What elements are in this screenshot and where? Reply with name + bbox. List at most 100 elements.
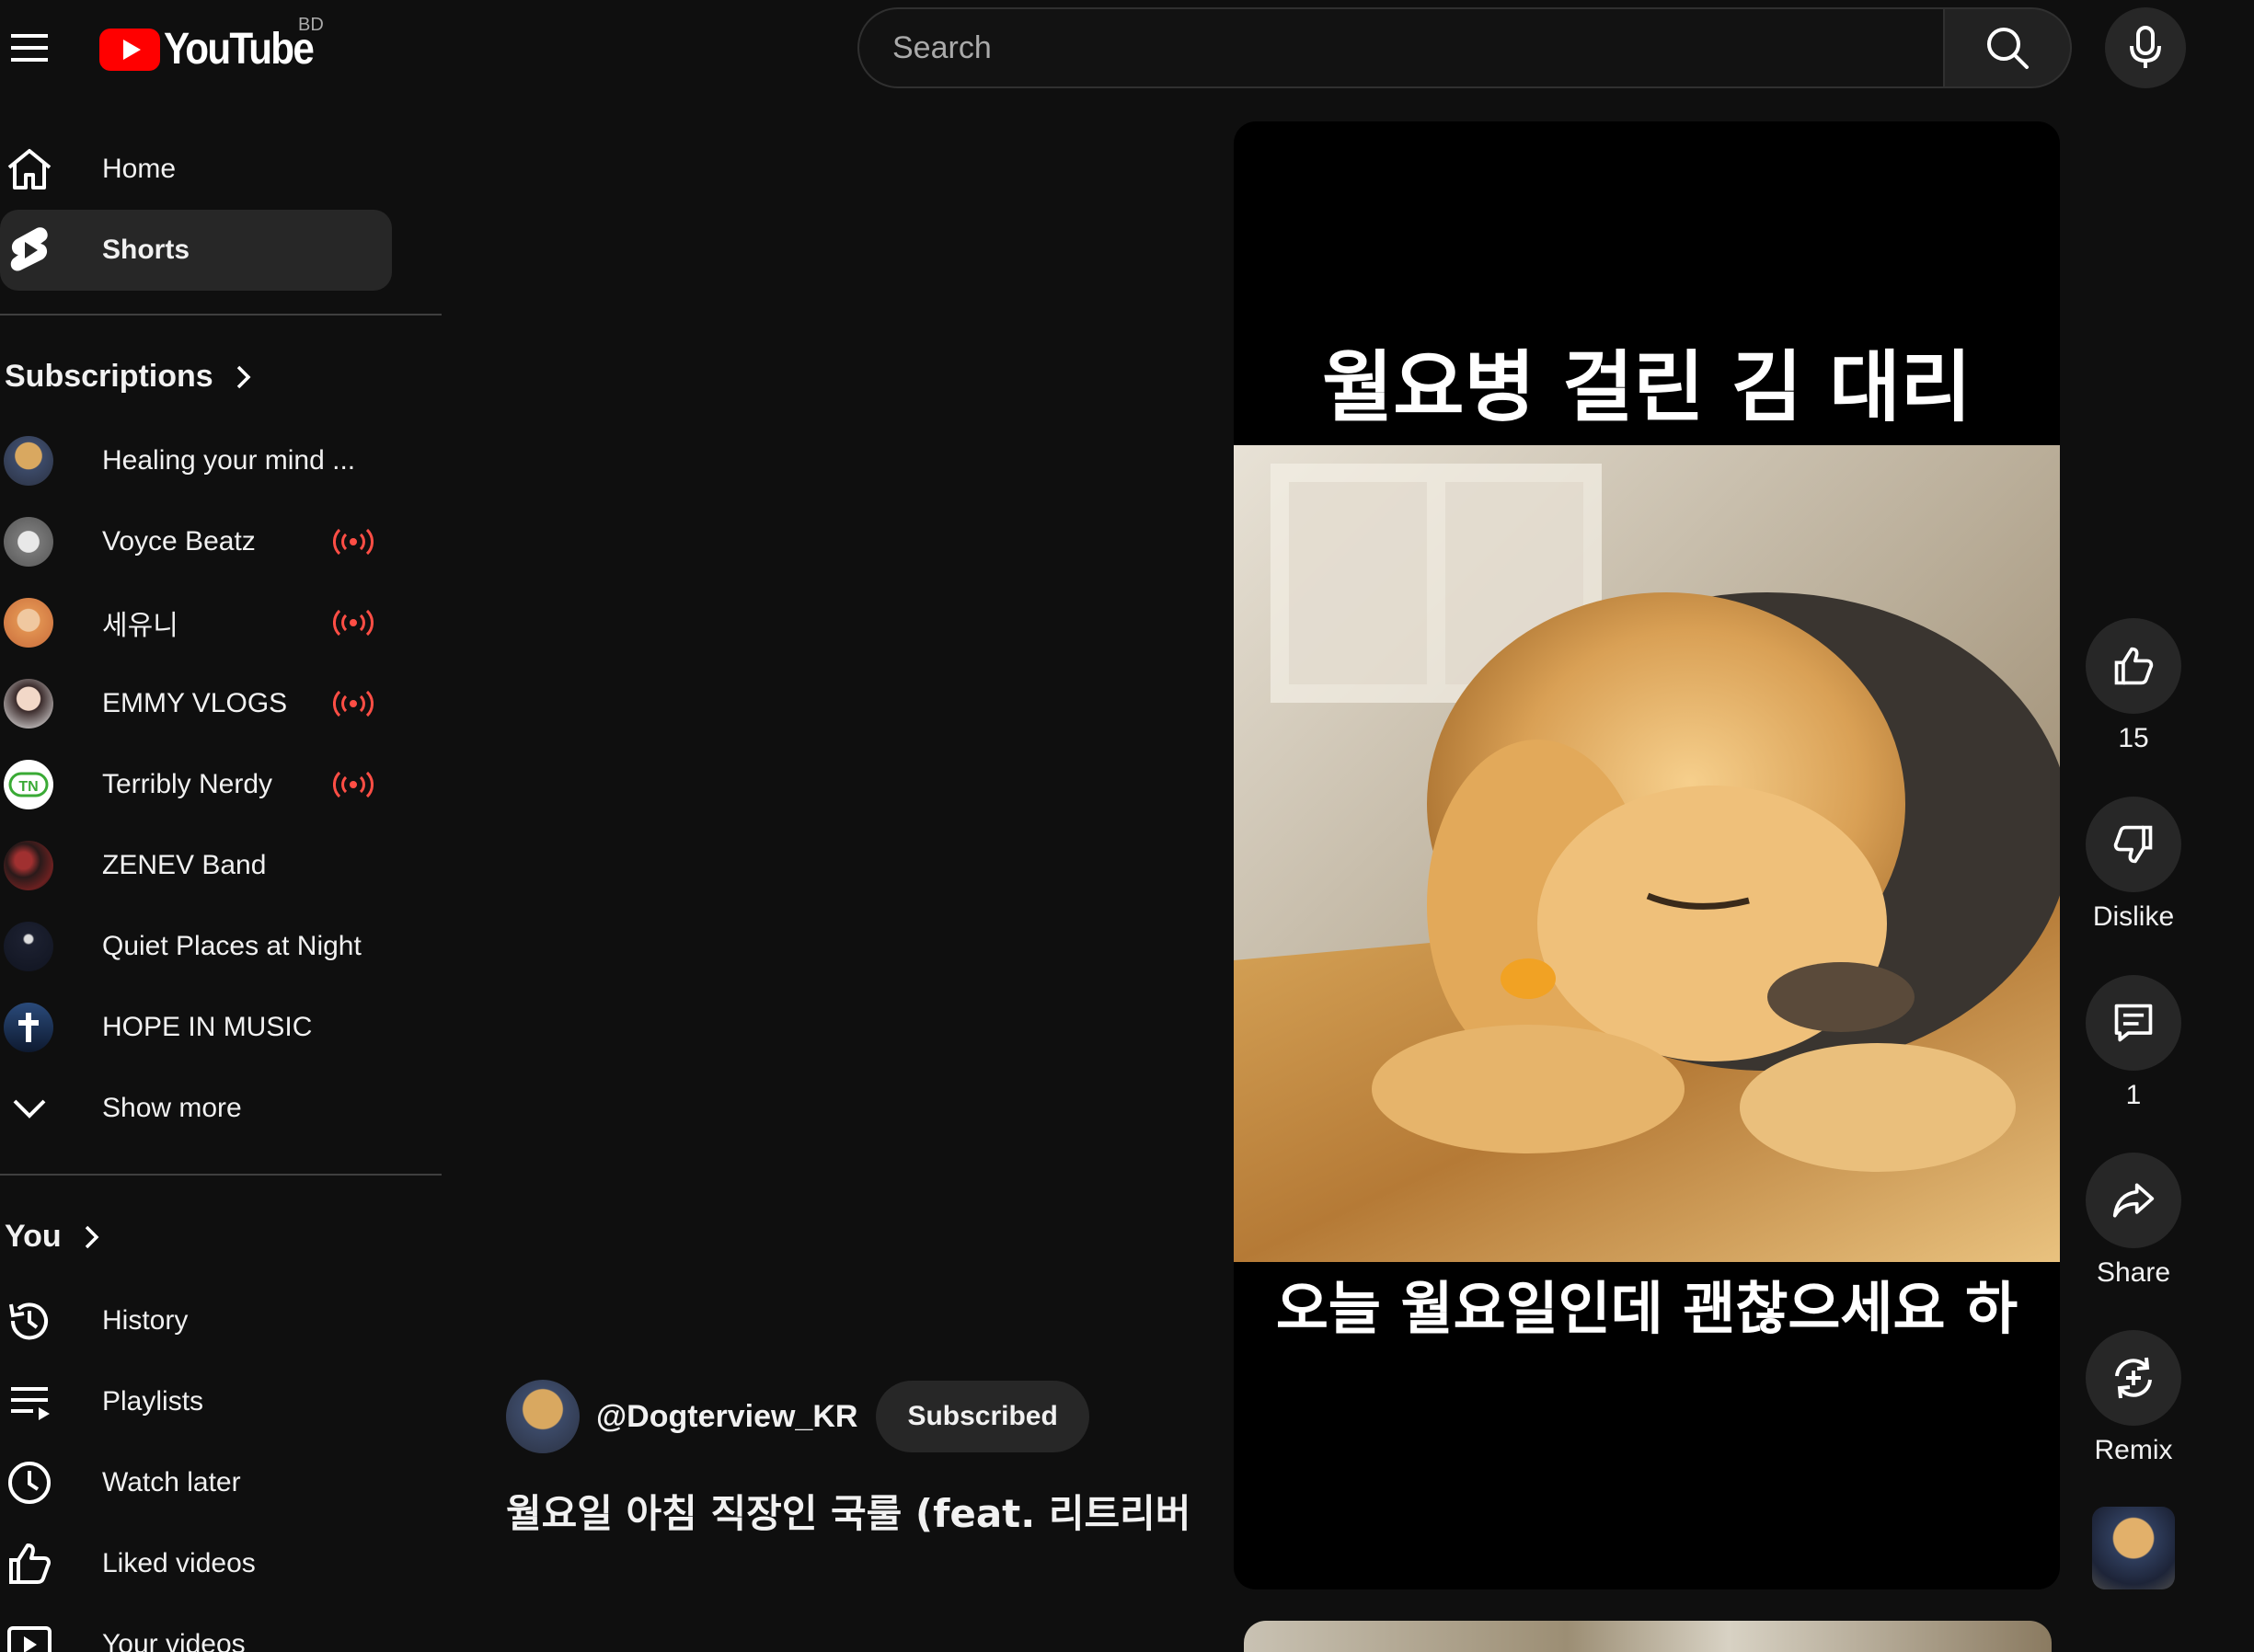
sidebar-item-label: History <box>102 1305 189 1336</box>
channel-avatar <box>4 517 53 567</box>
subscription-item[interactable]: 세유니 <box>0 582 392 663</box>
dislike-button[interactable] <box>2086 797 2181 892</box>
youtube-play-icon <box>99 28 160 71</box>
video-overlay-caption-bottom: 오늘 월요일인데 괜찮으세요 하 <box>1275 1275 2018 1342</box>
sidebar-item-label: Home <box>102 154 177 184</box>
subscription-label: 세유니 <box>102 610 178 642</box>
share-action: Share <box>2086 1153 2181 1289</box>
sidebar-item-your-videos[interactable]: Your videos <box>0 1604 392 1652</box>
subscription-label: Voyce Beatz <box>102 526 256 556</box>
channel-avatar <box>4 841 53 890</box>
share-label: Share <box>2096 1257 2171 1288</box>
comment-button[interactable] <box>2086 975 2181 1071</box>
masthead: YouTube BD Search <box>0 0 2254 92</box>
search-input[interactable]: Search <box>857 7 1943 88</box>
history-icon <box>0 1291 59 1350</box>
comment-action: 1 <box>2086 975 2181 1111</box>
channel-avatar <box>4 436 53 486</box>
remix-label: Remix <box>2094 1435 2173 1465</box>
sidebar-divider <box>0 1174 442 1176</box>
channel-avatar <box>4 598 53 648</box>
microphone-icon <box>2130 26 2161 68</box>
channel-handle[interactable]: @Dogterview_KR <box>596 1399 857 1435</box>
search-box: Search <box>857 7 2072 88</box>
channel-avatar: TN <box>4 760 53 809</box>
subscription-item[interactable]: HOPE IN MUSIC <box>0 987 392 1068</box>
subscription-item[interactable]: Voyce Beatz <box>0 501 392 582</box>
thumbs-down-icon <box>2113 825 2153 864</box>
voice-search-button[interactable] <box>2105 7 2186 88</box>
search-button[interactable] <box>1943 7 2072 88</box>
subscription-item[interactable]: Quiet Places at Night <box>0 906 392 987</box>
sidebar-divider <box>0 314 442 315</box>
subscribed-button[interactable]: Subscribed <box>876 1381 1089 1452</box>
subscription-label: HOPE IN MUSIC <box>102 1012 313 1042</box>
live-indicator-icon <box>333 609 374 637</box>
svg-text:TN: TN <box>18 779 38 795</box>
share-button[interactable] <box>2086 1153 2181 1248</box>
sound-pivot-thumbnail[interactable] <box>2092 1507 2175 1589</box>
comment-icon <box>2114 1004 2153 1042</box>
video-overlay-caption-top: 월요병 걸린 김 대리 <box>1322 342 1972 432</box>
you-header[interactable]: You <box>5 1219 100 1255</box>
subscription-label: Healing your mind ... <box>102 445 356 476</box>
sidebar-item-label: Playlists <box>102 1386 204 1417</box>
like-action: 15 <box>2086 618 2181 754</box>
clock-icon <box>0 1453 59 1512</box>
sidebar-item-shorts[interactable]: Shorts <box>0 210 392 291</box>
channel-avatar <box>4 1003 53 1052</box>
live-indicator-icon <box>333 528 374 556</box>
dislike-action: Dislike <box>2086 797 2181 933</box>
channel-avatar <box>4 922 53 971</box>
share-icon <box>2112 1183 2155 1218</box>
like-button[interactable] <box>2086 618 2181 714</box>
live-indicator-icon <box>333 771 374 798</box>
video-title[interactable]: 월요일 아침 직장인 국룰 (feat. 리트리버 ... <box>506 1483 1187 1539</box>
remix-button[interactable] <box>2086 1330 2181 1426</box>
thumbs-up-icon <box>0 1534 59 1593</box>
channel-avatar <box>4 679 53 728</box>
home-icon <box>0 140 59 199</box>
like-count: 15 <box>2118 723 2149 753</box>
sidebar-item-label: Liked videos <box>102 1548 256 1578</box>
subscription-label: Terribly Nerdy <box>102 769 273 799</box>
country-code: BD <box>298 15 324 35</box>
chevron-right-icon <box>236 365 251 388</box>
subscription-label: Quiet Places at Night <box>102 931 362 961</box>
short-video-player[interactable]: 월요병 걸린 김 대리 오늘 월요일인데 괜찮으세요 하 <box>1234 121 2060 1589</box>
chevron-down-icon <box>0 1079 59 1138</box>
sidebar-item-home[interactable]: Home <box>0 129 392 210</box>
show-more-label: Show more <box>102 1093 242 1123</box>
sidebar-item-label: Shorts <box>102 235 190 265</box>
video-frame <box>1234 445 2060 1262</box>
menu-icon[interactable] <box>4 22 55 74</box>
sidebar-item-label: Watch later <box>102 1467 241 1497</box>
subscriptions-header[interactable]: Subscriptions <box>5 359 252 395</box>
show-more-button[interactable]: Show more <box>0 1068 392 1149</box>
playlists-icon <box>0 1372 59 1431</box>
shorts-icon <box>0 221 59 280</box>
sidebar-item-liked-videos[interactable]: Liked videos <box>0 1523 392 1604</box>
sidebar-item-playlists[interactable]: Playlists <box>0 1361 392 1442</box>
subscription-item[interactable]: ZENEV Band <box>0 825 392 906</box>
live-indicator-icon <box>333 690 374 717</box>
sidebar-item-watch-later[interactable]: Watch later <box>0 1442 392 1523</box>
subscription-item[interactable]: TN Terribly Nerdy <box>0 744 392 825</box>
sidebar-item-label: Your videos <box>102 1629 246 1652</box>
sidebar-item-history[interactable]: History <box>0 1280 392 1361</box>
remix-icon <box>2115 1357 2152 1399</box>
remix-action: Remix <box>2086 1330 2181 1466</box>
subscription-item[interactable]: Healing your mind ... <box>0 420 392 501</box>
subscription-item[interactable]: EMMY VLOGS <box>0 663 392 744</box>
dislike-label: Dislike <box>2092 901 2175 932</box>
thumbs-up-icon <box>2114 647 2154 685</box>
next-short-preview[interactable] <box>1244 1621 2052 1652</box>
you-title: You <box>5 1219 62 1254</box>
channel-info: @Dogterview_KR Subscribed <box>506 1380 1089 1453</box>
subscription-label: EMMY VLOGS <box>102 688 288 718</box>
search-icon <box>1987 28 2029 69</box>
sidebar: Home Shorts Subscriptions Healing your m… <box>0 92 442 1652</box>
subscription-label: ZENEV Band <box>102 850 267 880</box>
subscriptions-title: Subscriptions <box>5 359 213 394</box>
channel-avatar[interactable] <box>506 1380 580 1453</box>
